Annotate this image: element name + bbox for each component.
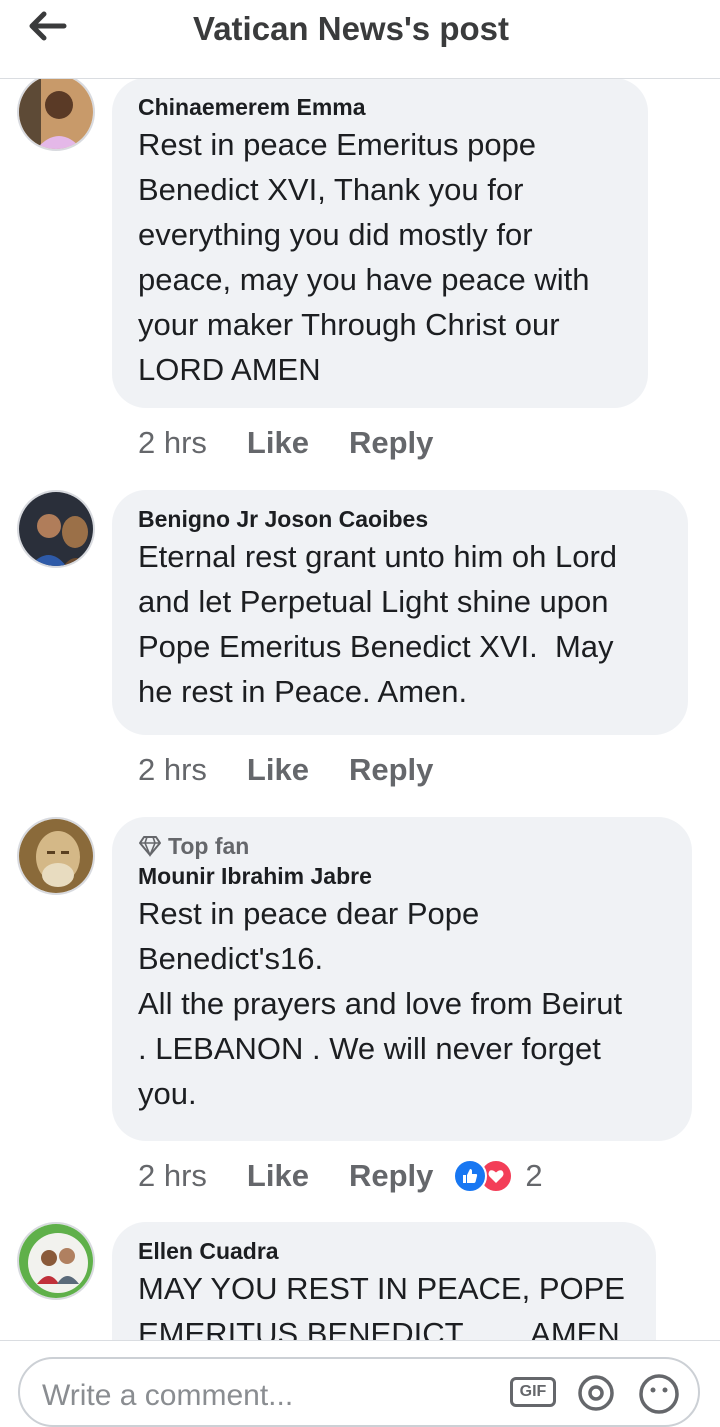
comment-actions: 2 hrs Like Reply xyxy=(138,748,473,792)
comment-input[interactable]: Write a comment... GIF xyxy=(18,1357,700,1427)
comment-actions: 2 hrs Like Reply xyxy=(138,421,473,465)
comment-bubble: Benigno Jr Joson Caoibes Eternal rest gr… xyxy=(112,490,688,735)
comment-text: Rest in peace Emeritus pope Benedict XVI… xyxy=(138,127,590,387)
comment-time[interactable]: 2 hrs xyxy=(138,752,207,788)
comment-text: Eternal rest grant unto him oh Lord and … xyxy=(138,539,618,709)
avatar[interactable] xyxy=(17,1222,95,1300)
reaction-summary[interactable]: 2 xyxy=(453,1158,543,1194)
comment-bubble: Ellen Cuadra MAY YOU REST IN PEACE, POPE… xyxy=(112,1222,656,1340)
reaction-count: 2 xyxy=(525,1158,543,1193)
comment-bubble: Top fan Mounir Ibrahim Jabre Rest in pea… xyxy=(112,817,692,1141)
avatar[interactable] xyxy=(17,490,95,568)
comment-bubble: Chinaemerem Emma Rest in peace Emeritus … xyxy=(112,78,648,408)
smiley-icon[interactable] xyxy=(638,1373,680,1415)
comment-time[interactable]: 2 hrs xyxy=(138,425,207,461)
comment-actions: 2 hrs Like Reply 2 xyxy=(138,1154,543,1198)
thumbs-up-icon xyxy=(453,1159,488,1193)
top-fan-badge: Top fan xyxy=(138,831,666,861)
reply-button[interactable]: Reply xyxy=(349,1158,433,1194)
like-button[interactable]: Like xyxy=(247,752,309,788)
comment-author[interactable]: Ellen Cuadra xyxy=(138,1236,630,1266)
comment-author[interactable]: Chinaemerem Emma xyxy=(138,92,622,122)
comments-list: Chinaemerem Emma Rest in peace Emeritus … xyxy=(0,0,720,1340)
comment-composer: Write a comment... GIF xyxy=(0,1340,720,1427)
top-fan-label: Top fan xyxy=(168,833,250,859)
like-button[interactable]: Like xyxy=(247,1158,309,1194)
comment-placeholder: Write a comment... xyxy=(42,1379,294,1412)
gif-icon[interactable]: GIF xyxy=(510,1377,556,1407)
comment-time[interactable]: 2 hrs xyxy=(138,1158,207,1194)
like-button[interactable]: Like xyxy=(247,425,309,461)
at-icon[interactable] xyxy=(576,1373,616,1413)
diamond-icon xyxy=(139,836,161,857)
comment-author[interactable]: Benigno Jr Joson Caoibes xyxy=(138,504,662,534)
page-title: Vatican News's post xyxy=(193,10,509,47)
comment-text: MAY YOU REST IN PEACE, POPE EMERITUS BEN… xyxy=(138,1271,625,1340)
avatar[interactable] xyxy=(17,817,95,895)
comment-text: Rest in peace dear Pope Benedict's16. Al… xyxy=(138,896,623,1111)
avatar[interactable] xyxy=(17,73,95,151)
comment-author[interactable]: Mounir Ibrahim Jabre xyxy=(138,861,666,891)
top-bar: Vatican News's post xyxy=(0,0,720,79)
reply-button[interactable]: Reply xyxy=(349,752,433,788)
reply-button[interactable]: Reply xyxy=(349,425,433,461)
